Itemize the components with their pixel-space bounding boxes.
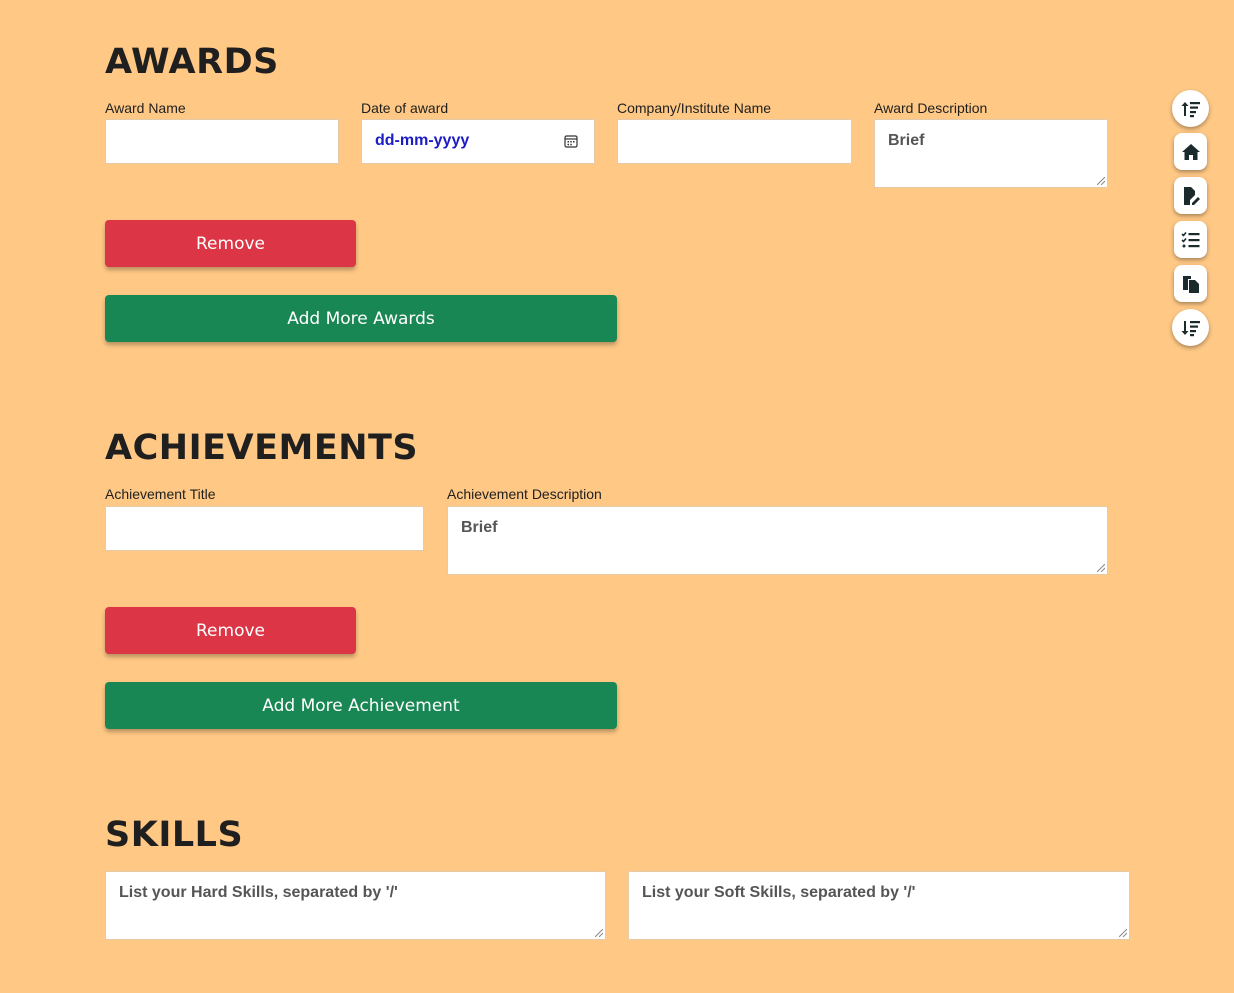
achievement-title-input[interactable] [105, 506, 424, 551]
edit-resume-button[interactable] [1174, 177, 1207, 214]
awards-heading: AWARDS [105, 42, 279, 82]
checklist-icon [1180, 231, 1199, 247]
achievement-title-label: Achievement Title [105, 486, 216, 502]
award-name-input[interactable] [105, 119, 339, 164]
achievements-heading: ACHIEVEMENTS [105, 428, 419, 468]
sort-up-button[interactable] [1172, 90, 1209, 127]
award-date-label: Date of award [361, 100, 449, 116]
award-name-label: Award Name [105, 100, 186, 116]
company-input[interactable] [617, 119, 852, 164]
sort-up-icon [1181, 101, 1200, 117]
achievement-description-label: Achievement Description [447, 486, 602, 502]
file-edit-icon [1183, 186, 1200, 205]
achievement-description-textarea[interactable]: Brief [447, 506, 1108, 575]
add-more-awards-button[interactable]: Add More Awards [105, 295, 617, 342]
resize-handle-icon[interactable] [1119, 929, 1127, 937]
remove-achievement-button[interactable]: Remove [105, 607, 356, 654]
copy-button[interactable] [1174, 265, 1207, 302]
resize-handle-icon[interactable] [1097, 177, 1105, 185]
calendar-icon[interactable] [564, 134, 578, 148]
resize-handle-icon[interactable] [1097, 564, 1105, 572]
date-placeholder: dd-mm-yyyy [375, 132, 470, 149]
skills-heading: SKILLS [105, 815, 244, 855]
hard-skills-placeholder: List your Hard Skills, separated by '/' [119, 884, 398, 901]
hard-skills-textarea[interactable]: List your Hard Skills, separated by '/' [105, 871, 606, 940]
award-date-input[interactable]: dd-mm-yyyy [361, 119, 595, 164]
achievement-description-placeholder: Brief [461, 519, 498, 536]
award-description-placeholder: Brief [888, 132, 925, 149]
company-label: Company/Institute Name [617, 100, 772, 116]
soft-skills-textarea[interactable]: List your Soft Skills, separated by '/' [628, 871, 1130, 940]
soft-skills-placeholder: List your Soft Skills, separated by '/' [642, 884, 916, 901]
checklist-button[interactable] [1174, 221, 1207, 258]
resize-handle-icon[interactable] [595, 929, 603, 937]
award-description-textarea[interactable]: Brief [874, 119, 1108, 188]
home-icon [1181, 143, 1200, 160]
award-description-label: Award Description [874, 100, 988, 116]
sort-down-button[interactable] [1172, 309, 1209, 346]
home-button[interactable] [1174, 133, 1207, 170]
sort-down-icon [1181, 320, 1200, 336]
remove-award-button[interactable]: Remove [105, 220, 356, 267]
copy-icon [1182, 275, 1199, 293]
add-more-achievement-button[interactable]: Add More Achievement [105, 682, 617, 729]
